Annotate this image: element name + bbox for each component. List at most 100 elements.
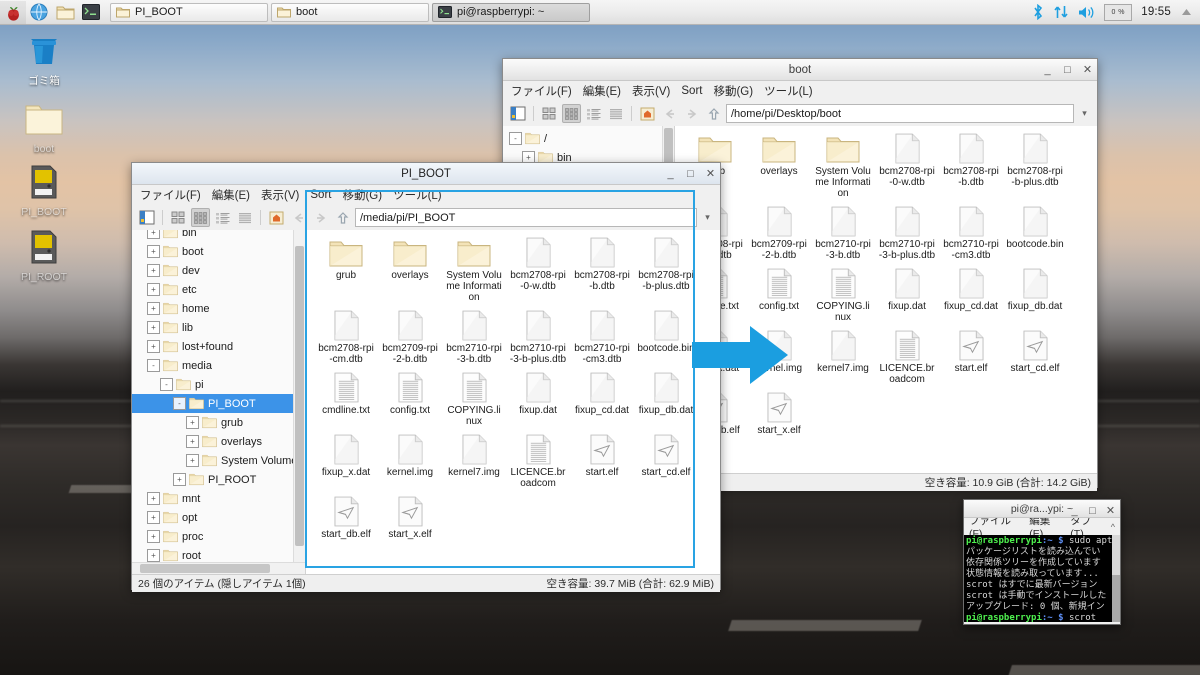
file-item[interactable]: bcm2708-rpi-b.dtb — [573, 236, 631, 303]
tree-item-proc[interactable]: + proc — [132, 527, 305, 546]
titlebar-piboot[interactable]: PI_BOOT _ □ ✕ — [132, 163, 720, 185]
bluetooth-icon[interactable] — [1032, 4, 1044, 20]
menu-edit[interactable]: 編集(E) — [583, 83, 621, 99]
file-item[interactable]: kernel.img — [750, 329, 808, 385]
expand-toggle-icon[interactable]: + — [147, 530, 160, 543]
menu-sort[interactable]: Sort — [310, 189, 331, 201]
file-item[interactable]: kernel7.img — [814, 329, 872, 385]
maximize-icon[interactable]: □ — [685, 168, 696, 179]
menu-tools[interactable]: ツール(L) — [393, 187, 442, 203]
file-item[interactable]: fixup_db.dat — [637, 371, 695, 427]
tree-item-dev[interactable]: + dev — [132, 261, 305, 280]
view-thumbnails-icon[interactable] — [191, 208, 210, 227]
file-item[interactable]: fixup_cd.dat — [573, 371, 631, 427]
view-detail-icon[interactable] — [606, 104, 625, 123]
chevron-down-icon[interactable]: ▾ — [1077, 108, 1092, 119]
terminal-window[interactable]: pi@ra...ypi: ~ _ □ ✕ ファイル(F) 編集(E) タブ(T)… — [963, 499, 1121, 625]
tree-item-boot[interactable]: + boot — [132, 242, 305, 261]
launcher-raspberry-menu[interactable] — [0, 0, 26, 24]
file-item[interactable]: bootcode.bin — [637, 309, 695, 365]
boot-file-area[interactable]: gruboverlaysSystem Volume Informationbcm… — [675, 126, 1097, 473]
launcher-web-browser[interactable] — [26, 1, 52, 24]
menubar-piboot[interactable]: ファイル(F) 編集(E) 表示(V) Sort 移動(G) ツール(L) — [132, 185, 720, 205]
file-item[interactable]: kernel.img — [381, 433, 439, 489]
taskbar-panel[interactable]: PI_BOOT boot pi@raspberrypi: ~ 0 % 19:55 — [0, 0, 1200, 25]
file-item[interactable]: bcm2710-rpi-cm3.dtb — [942, 205, 1000, 261]
up-icon[interactable] — [333, 208, 352, 227]
menu-file[interactable]: ファイル(F) — [511, 83, 572, 99]
maximize-icon[interactable]: □ — [1062, 64, 1073, 75]
file-item[interactable]: start_x.elf — [750, 391, 808, 436]
expand-toggle-icon[interactable]: + — [147, 230, 160, 239]
terminal-screen[interactable]: pi@raspberrypi:~ $ sudo apt-g パッケージリストを読み… — [964, 535, 1120, 622]
window-buttons[interactable]: _ □ ✕ — [1042, 59, 1093, 80]
tree-item-bin[interactable]: + bin — [132, 230, 305, 242]
sidebar-toggle-icon[interactable] — [137, 208, 156, 227]
system-tray[interactable]: 0 % 19:55 — [1032, 3, 1200, 21]
tree-item-pi[interactable]: - pi — [132, 375, 305, 394]
file-item[interactable]: System Volume Information — [814, 132, 872, 199]
piboot-file-area[interactable]: grub overlays System Volume Information bcm… — [306, 230, 720, 574]
file-item[interactable]: fixup_x.dat — [317, 433, 375, 489]
home-icon[interactable] — [638, 104, 657, 123]
expand-toggle-icon[interactable]: + — [173, 473, 186, 486]
file-item[interactable]: config.txt — [381, 371, 439, 427]
file-item[interactable]: config.txt — [750, 267, 808, 323]
task-button-terminal[interactable]: pi@raspberrypi: ~ — [432, 2, 590, 22]
file-item[interactable]: LICENCE.broadcom — [878, 329, 936, 385]
file-item[interactable]: bcm2708-rpi-0-w.dtb — [509, 236, 567, 303]
eject-icon[interactable] — [1180, 6, 1193, 19]
file-item[interactable]: start_cd.elf — [637, 433, 695, 489]
cpu-usage-monitor[interactable]: 0 % — [1104, 3, 1133, 21]
expand-toggle-icon[interactable]: + — [147, 245, 160, 258]
tree-item-lib[interactable]: + lib — [132, 318, 305, 337]
file-item[interactable]: overlays — [381, 236, 439, 303]
chevron-down-icon[interactable]: ▾ — [700, 212, 715, 223]
launcher-file-manager[interactable] — [52, 1, 78, 24]
tree-item--[interactable]: - / — [507, 129, 674, 148]
titlebar-terminal[interactable]: pi@ra...ypi: ~ _ □ ✕ — [964, 500, 1120, 518]
close-icon[interactable]: ✕ — [1082, 64, 1093, 75]
tree-item-opt[interactable]: + opt — [132, 508, 305, 527]
file-item[interactable]: bcm2710-rpi-cm3.dtb — [573, 309, 631, 365]
tree-item-home[interactable]: + home — [132, 299, 305, 318]
view-detail-icon[interactable] — [235, 208, 254, 227]
path-input-piboot[interactable]: /media/pi/PI_BOOT — [355, 208, 697, 227]
file-item[interactable]: COPYING.linux — [445, 371, 503, 427]
up-icon[interactable] — [704, 104, 723, 123]
sidebar-toggle-icon[interactable] — [508, 104, 527, 123]
file-item[interactable]: bcm2708-rpi-b.dtb — [942, 132, 1000, 199]
view-compact-icon[interactable] — [584, 104, 603, 123]
file-item[interactable]: overlays — [750, 132, 808, 199]
file-item[interactable]: COPYING.linux — [814, 267, 872, 323]
task-button-boot[interactable]: boot — [271, 2, 429, 22]
expand-toggle-icon[interactable]: + — [147, 549, 160, 562]
view-icons-icon[interactable] — [169, 208, 188, 227]
file-item[interactable]: bcm2708-rpi-cm.dtb — [317, 309, 375, 365]
file-item[interactable]: bcm2710-rpi-3-b-plus.dtb — [878, 205, 936, 261]
tree-item-grub[interactable]: + grub — [132, 413, 305, 432]
file-item[interactable]: kernel7.img — [445, 433, 503, 489]
desktop-icon-trash[interactable]: ゴミ箱 — [8, 30, 80, 87]
file-item[interactable]: bcm2710-rpi-3-b.dtb — [814, 205, 872, 261]
menubar-boot[interactable]: ファイル(F) 編集(E) 表示(V) Sort 移動(G) ツール(L) — [503, 81, 1097, 101]
titlebar-boot[interactable]: boot _ □ ✕ — [503, 59, 1097, 81]
maximize-icon[interactable]: □ — [1087, 505, 1098, 516]
menu-view[interactable]: 表示(V) — [632, 83, 670, 99]
expand-toggle-icon[interactable]: + — [147, 511, 160, 524]
file-item[interactable]: start_cd.elf — [1006, 329, 1064, 385]
file-item[interactable]: bcm2710-rpi-3-b.dtb — [445, 309, 503, 365]
tree-item-etc[interactable]: + etc — [132, 280, 305, 299]
menu-sort[interactable]: Sort — [681, 85, 702, 97]
task-button-piboot[interactable]: PI_BOOT — [110, 2, 268, 22]
view-icons-icon[interactable] — [540, 104, 559, 123]
file-manager-window-piboot[interactable]: PI_BOOT _ □ ✕ ファイル(F) 編集(E) 表示(V) Sort 移… — [131, 162, 721, 592]
collapse-toggle-icon[interactable]: - — [147, 359, 160, 372]
tree-scrollbar-horizontal[interactable] — [132, 562, 305, 574]
tree-item-media[interactable]: - media — [132, 356, 305, 375]
chevron-up-icon[interactable]: ^ — [1111, 522, 1115, 532]
file-item[interactable]: bootcode.bin — [1006, 205, 1064, 261]
file-item[interactable]: bcm2709-rpi-2-b.dtb — [381, 309, 439, 365]
toolbar-piboot[interactable]: /media/pi/PI_BOOT ▾ — [132, 205, 720, 230]
expand-toggle-icon[interactable]: + — [186, 435, 199, 448]
